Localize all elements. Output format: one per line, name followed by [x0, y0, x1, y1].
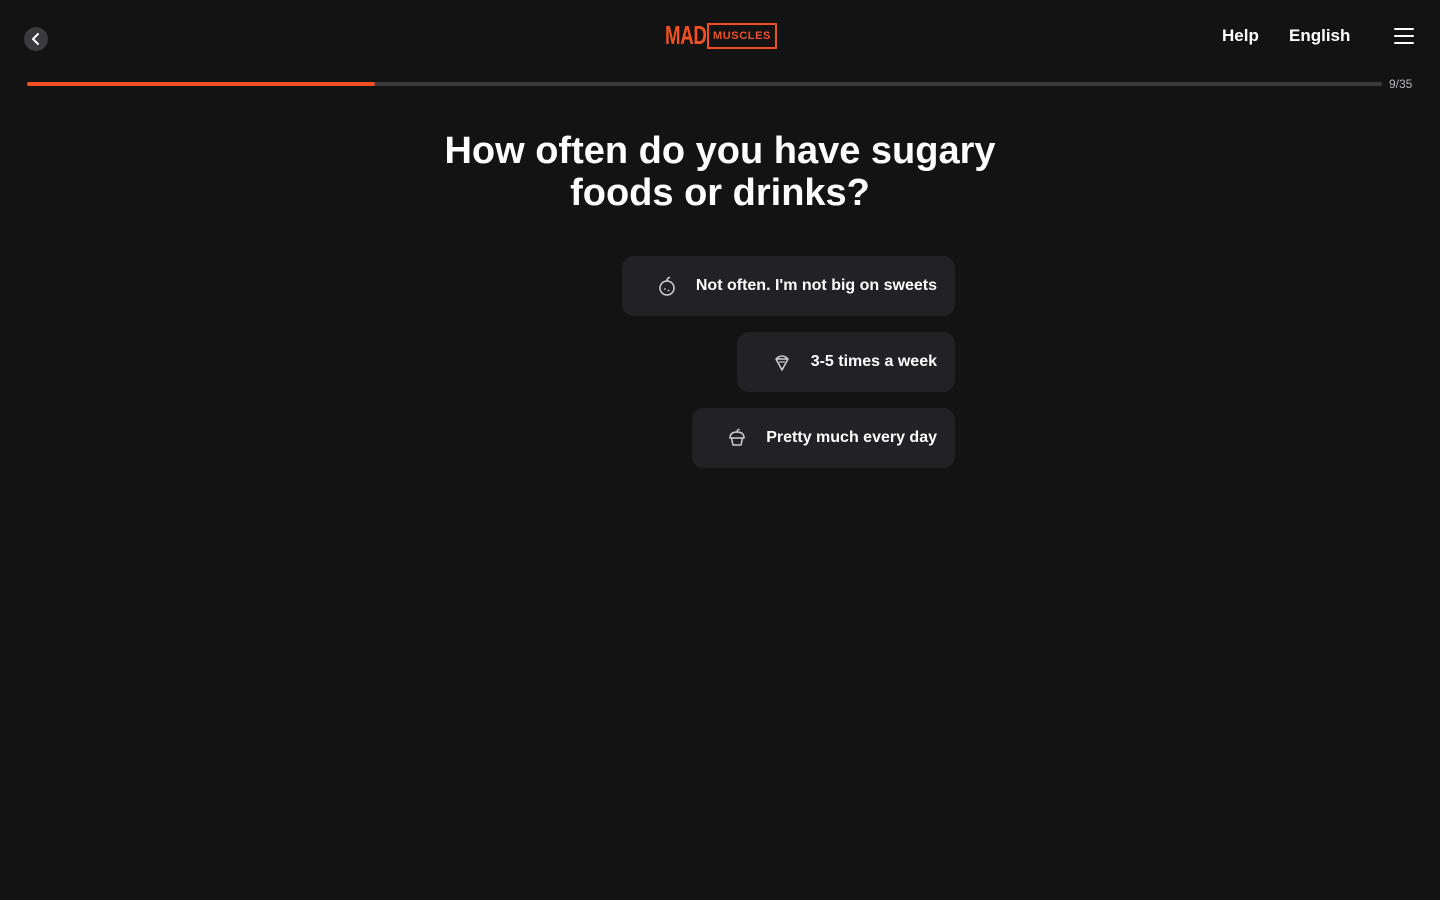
option-label: Pretty much every day	[766, 429, 937, 446]
menu-line	[1394, 35, 1414, 37]
header: MAD MUSCLES Help English	[0, 0, 1440, 72]
option-label: 3-5 times a week	[810, 353, 937, 370]
progress-bar	[27, 82, 1382, 86]
chevron-left-icon	[32, 33, 39, 45]
answer-options: Not often. I'm not big on sweets 3-5 tim…	[420, 256, 955, 468]
logo-box: MUSCLES	[707, 22, 777, 49]
language-selector[interactable]: English	[1289, 26, 1350, 46]
help-link[interactable]: Help	[1222, 26, 1259, 46]
apple-icon	[656, 275, 678, 297]
menu-line	[1394, 28, 1414, 30]
option-every-day[interactable]: Pretty much every day	[692, 408, 955, 468]
logo: MAD MUSCLES	[665, 22, 777, 49]
option-not-often[interactable]: Not often. I'm not big on sweets	[621, 256, 955, 316]
menu-line	[1394, 42, 1414, 44]
question-title: How often do you have sugary foods or dr…	[444, 130, 996, 214]
cupcake-icon	[726, 427, 748, 449]
hamburger-menu-icon[interactable]	[1394, 28, 1414, 44]
logo-word: MAD	[665, 20, 707, 50]
option-label: Not often. I'm not big on sweets	[695, 277, 937, 294]
progress-count: 9/35	[1389, 77, 1413, 91]
back-button[interactable]	[24, 27, 48, 51]
progress-fill	[27, 82, 376, 86]
option-3-5-times[interactable]: 3-5 times a week	[736, 332, 955, 392]
ice-cream-icon	[771, 351, 793, 373]
